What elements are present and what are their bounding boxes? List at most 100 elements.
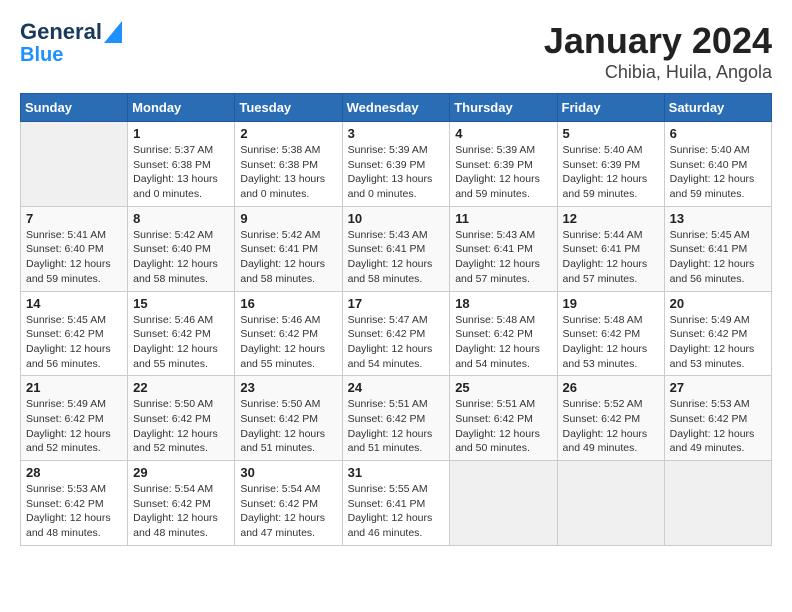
calendar-cell: 26 Sunrise: 5:52 AMSunset: 6:42 PMDayligh… bbox=[557, 376, 664, 461]
day-number: 23 bbox=[240, 380, 336, 395]
day-number: 10 bbox=[348, 211, 445, 226]
weekday-header: Friday bbox=[557, 94, 664, 122]
day-info: Sunrise: 5:54 AMSunset: 6:42 PMDaylight:… bbox=[240, 482, 336, 541]
day-info: Sunrise: 5:43 AMSunset: 6:41 PMDaylight:… bbox=[455, 228, 551, 287]
day-info: Sunrise: 5:49 AMSunset: 6:42 PMDaylight:… bbox=[670, 313, 766, 372]
day-number: 2 bbox=[240, 126, 336, 141]
calendar-week-row: 14 Sunrise: 5:45 AMSunset: 6:42 PMDayligh… bbox=[21, 291, 772, 376]
calendar-cell: 5 Sunrise: 5:40 AMSunset: 6:39 PMDaylight… bbox=[557, 122, 664, 207]
day-info: Sunrise: 5:52 AMSunset: 6:42 PMDaylight:… bbox=[563, 397, 659, 456]
calendar-cell bbox=[450, 461, 557, 546]
weekday-header: Tuesday bbox=[235, 94, 342, 122]
weekday-header: Sunday bbox=[21, 94, 128, 122]
day-number: 15 bbox=[133, 296, 229, 311]
day-number: 9 bbox=[240, 211, 336, 226]
day-info: Sunrise: 5:51 AMSunset: 6:42 PMDaylight:… bbox=[348, 397, 445, 456]
calendar-title: January 2024 bbox=[544, 20, 772, 62]
day-info: Sunrise: 5:41 AMSunset: 6:40 PMDaylight:… bbox=[26, 228, 122, 287]
title-block: January 2024 Chibia, Huila, Angola bbox=[544, 20, 772, 83]
day-number: 3 bbox=[348, 126, 445, 141]
day-info: Sunrise: 5:42 AMSunset: 6:41 PMDaylight:… bbox=[240, 228, 336, 287]
calendar-subtitle: Chibia, Huila, Angola bbox=[544, 62, 772, 83]
calendar-cell: 23 Sunrise: 5:50 AMSunset: 6:42 PMDayligh… bbox=[235, 376, 342, 461]
day-number: 5 bbox=[563, 126, 659, 141]
calendar-cell: 8 Sunrise: 5:42 AMSunset: 6:40 PMDaylight… bbox=[128, 206, 235, 291]
calendar-cell: 20 Sunrise: 5:49 AMSunset: 6:42 PMDayligh… bbox=[664, 291, 771, 376]
day-number: 22 bbox=[133, 380, 229, 395]
calendar-cell: 30 Sunrise: 5:54 AMSunset: 6:42 PMDayligh… bbox=[235, 461, 342, 546]
day-number: 26 bbox=[563, 380, 659, 395]
logo: General Blue bbox=[20, 20, 122, 66]
calendar-cell: 6Sunrise: 5:40 AMSunset: 6:40 PMDaylight… bbox=[664, 122, 771, 207]
calendar-cell: 3 Sunrise: 5:39 AMSunset: 6:39 PMDaylight… bbox=[342, 122, 450, 207]
weekday-header: Monday bbox=[128, 94, 235, 122]
calendar-cell bbox=[557, 461, 664, 546]
day-number: 7 bbox=[26, 211, 122, 226]
day-info: Sunrise: 5:39 AMSunset: 6:39 PMDaylight:… bbox=[455, 143, 551, 202]
weekday-header: Thursday bbox=[450, 94, 557, 122]
logo-general: General bbox=[20, 20, 102, 44]
calendar-cell bbox=[21, 122, 128, 207]
day-number: 8 bbox=[133, 211, 229, 226]
day-info: Sunrise: 5:39 AMSunset: 6:39 PMDaylight:… bbox=[348, 143, 445, 202]
calendar-body: 1 Sunrise: 5:37 AMSunset: 6:38 PMDaylight… bbox=[21, 122, 772, 546]
calendar-cell bbox=[664, 461, 771, 546]
logo-icon bbox=[104, 21, 122, 43]
day-info: Sunrise: 5:50 AMSunset: 6:42 PMDaylight:… bbox=[133, 397, 229, 456]
day-info: Sunrise: 5:47 AMSunset: 6:42 PMDaylight:… bbox=[348, 313, 445, 372]
day-number: 20 bbox=[670, 296, 766, 311]
day-number: 6 bbox=[670, 126, 766, 141]
day-info: Sunrise: 5:46 AMSunset: 6:42 PMDaylight:… bbox=[240, 313, 336, 372]
calendar-cell: 10Sunrise: 5:43 AMSunset: 6:41 PMDayligh… bbox=[342, 206, 450, 291]
calendar-cell: 16 Sunrise: 5:46 AMSunset: 6:42 PMDayligh… bbox=[235, 291, 342, 376]
day-number: 24 bbox=[348, 380, 445, 395]
calendar-week-row: 7 Sunrise: 5:41 AMSunset: 6:40 PMDaylight… bbox=[21, 206, 772, 291]
day-number: 19 bbox=[563, 296, 659, 311]
day-number: 16 bbox=[240, 296, 336, 311]
day-info: Sunrise: 5:51 AMSunset: 6:42 PMDaylight:… bbox=[455, 397, 551, 456]
day-number: 27 bbox=[670, 380, 766, 395]
calendar-cell: 1 Sunrise: 5:37 AMSunset: 6:38 PMDaylight… bbox=[128, 122, 235, 207]
calendar-cell: 31Sunrise: 5:55 AMSunset: 6:41 PMDayligh… bbox=[342, 461, 450, 546]
day-info: Sunrise: 5:54 AMSunset: 6:42 PMDaylight:… bbox=[133, 482, 229, 541]
day-info: Sunrise: 5:53 AMSunset: 6:42 PMDaylight:… bbox=[670, 397, 766, 456]
day-number: 17 bbox=[348, 296, 445, 311]
calendar-week-row: 1 Sunrise: 5:37 AMSunset: 6:38 PMDaylight… bbox=[21, 122, 772, 207]
day-number: 30 bbox=[240, 465, 336, 480]
day-info: Sunrise: 5:49 AMSunset: 6:42 PMDaylight:… bbox=[26, 397, 122, 456]
day-info: Sunrise: 5:45 AMSunset: 6:42 PMDaylight:… bbox=[26, 313, 122, 372]
calendar-cell: 27 Sunrise: 5:53 AMSunset: 6:42 PMDayligh… bbox=[664, 376, 771, 461]
day-info: Sunrise: 5:37 AMSunset: 6:38 PMDaylight:… bbox=[133, 143, 229, 202]
calendar-cell: 2Sunrise: 5:38 AMSunset: 6:38 PMDaylight… bbox=[235, 122, 342, 207]
day-number: 18 bbox=[455, 296, 551, 311]
day-info: Sunrise: 5:46 AMSunset: 6:42 PMDaylight:… bbox=[133, 313, 229, 372]
day-number: 1 bbox=[133, 126, 229, 141]
calendar-cell: 29 Sunrise: 5:54 AMSunset: 6:42 PMDayligh… bbox=[128, 461, 235, 546]
day-info: Sunrise: 5:40 AMSunset: 6:39 PMDaylight:… bbox=[563, 143, 659, 202]
day-number: 14 bbox=[26, 296, 122, 311]
calendar-cell: 11Sunrise: 5:43 AMSunset: 6:41 PMDayligh… bbox=[450, 206, 557, 291]
calendar-cell: 18Sunrise: 5:48 AMSunset: 6:42 PMDayligh… bbox=[450, 291, 557, 376]
calendar-cell: 15 Sunrise: 5:46 AMSunset: 6:42 PMDayligh… bbox=[128, 291, 235, 376]
day-number: 21 bbox=[26, 380, 122, 395]
weekday-header: Wednesday bbox=[342, 94, 450, 122]
logo-blue: Blue bbox=[20, 44, 63, 66]
calendar-cell: 25Sunrise: 5:51 AMSunset: 6:42 PMDayligh… bbox=[450, 376, 557, 461]
day-info: Sunrise: 5:44 AMSunset: 6:41 PMDaylight:… bbox=[563, 228, 659, 287]
day-number: 12 bbox=[563, 211, 659, 226]
calendar-cell: 12 Sunrise: 5:44 AMSunset: 6:41 PMDayligh… bbox=[557, 206, 664, 291]
day-info: Sunrise: 5:50 AMSunset: 6:42 PMDaylight:… bbox=[240, 397, 336, 456]
page-header: General Blue January 2024 Chibia, Huila,… bbox=[20, 20, 772, 83]
day-info: Sunrise: 5:53 AMSunset: 6:42 PMDaylight:… bbox=[26, 482, 122, 541]
calendar-cell: 28Sunrise: 5:53 AMSunset: 6:42 PMDayligh… bbox=[21, 461, 128, 546]
weekday-row: SundayMondayTuesdayWednesdayThursdayFrid… bbox=[21, 94, 772, 122]
day-info: Sunrise: 5:42 AMSunset: 6:40 PMDaylight:… bbox=[133, 228, 229, 287]
day-info: Sunrise: 5:45 AMSunset: 6:41 PMDaylight:… bbox=[670, 228, 766, 287]
calendar-header: SundayMondayTuesdayWednesdayThursdayFrid… bbox=[21, 94, 772, 122]
day-number: 4 bbox=[455, 126, 551, 141]
day-number: 13 bbox=[670, 211, 766, 226]
calendar-cell: 19Sunrise: 5:48 AMSunset: 6:42 PMDayligh… bbox=[557, 291, 664, 376]
calendar-table: SundayMondayTuesdayWednesdayThursdayFrid… bbox=[20, 93, 772, 546]
calendar-cell: 9 Sunrise: 5:42 AMSunset: 6:41 PMDaylight… bbox=[235, 206, 342, 291]
day-number: 29 bbox=[133, 465, 229, 480]
